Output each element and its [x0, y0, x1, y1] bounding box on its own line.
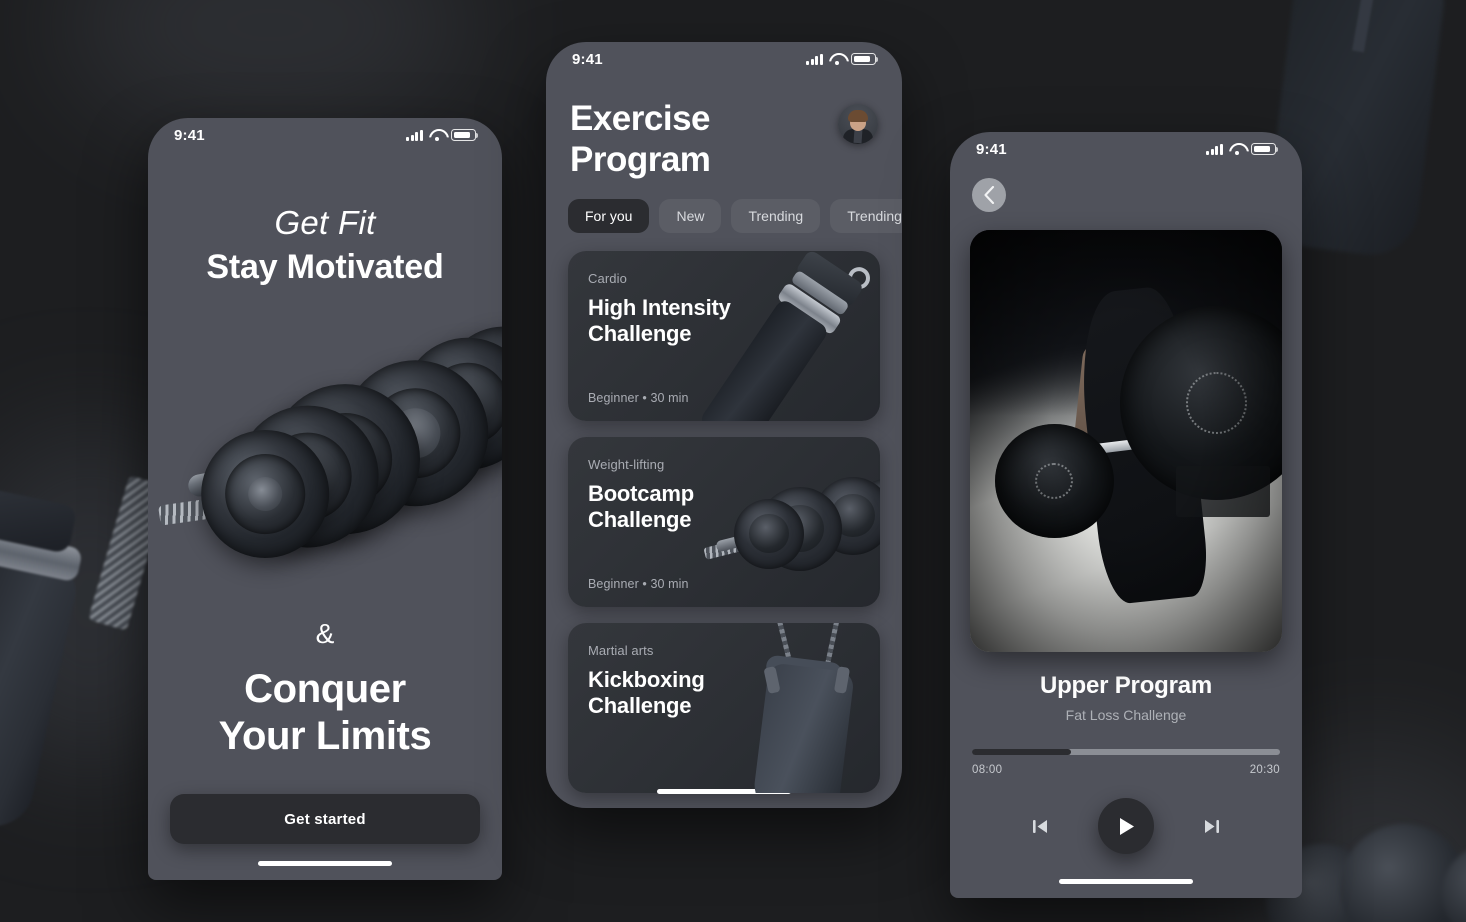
status-bar: 9:41: [148, 118, 502, 152]
previous-button[interactable]: [1031, 817, 1050, 836]
program-card[interactable]: Martial arts Kickboxing Challenge: [568, 622, 880, 793]
tab-trending[interactable]: Trending: [731, 198, 821, 233]
category-tabs: For you New Trending Trending: [546, 181, 902, 233]
avatar[interactable]: [838, 104, 878, 144]
signal-icon: [1206, 143, 1223, 155]
status-icons: [406, 129, 479, 142]
card-title-line1: High Intensity: [588, 294, 731, 320]
progress-section: 08:00 20:30: [972, 749, 1280, 776]
status-time: 9:41: [976, 140, 1007, 158]
headline-big-line2: Your Limits: [218, 714, 432, 759]
home-indicator[interactable]: [1059, 879, 1193, 884]
page-title: Exercise Program: [570, 98, 711, 181]
home-indicator[interactable]: [258, 861, 392, 866]
player-top-bar: [950, 166, 1302, 212]
get-started-button[interactable]: Get started: [170, 794, 480, 844]
card-meta: Beginner • 30 min: [588, 390, 689, 405]
player-subtitle: Fat Loss Challenge: [1065, 707, 1187, 723]
signal-icon: [406, 129, 423, 141]
battery-icon: [851, 53, 879, 65]
headline-bold: Stay Motivated: [206, 248, 444, 286]
card-title-line2: Challenge: [588, 506, 692, 532]
page-title-line1: Exercise: [570, 99, 711, 138]
phone-program-screen: 9:41 Exercise Program For you New Trendi…: [546, 42, 902, 808]
card-title-line2: Challenge: [588, 320, 692, 346]
skip-back-icon: [1033, 819, 1047, 833]
wifi-icon: [829, 53, 845, 66]
next-button[interactable]: [1202, 817, 1221, 836]
phone-onboarding-screen: 9:41 Get Fit Stay Motivated & Conquer Yo…: [148, 118, 502, 880]
battery-icon: [451, 129, 479, 141]
status-icons: [806, 53, 879, 66]
battery-icon: [1251, 143, 1279, 155]
play-icon: [1119, 817, 1134, 835]
status-time: 9:41: [572, 50, 603, 68]
wifi-icon: [429, 129, 445, 142]
tab-for-you[interactable]: For you: [568, 198, 650, 233]
onboarding-headline: Get Fit Stay Motivated: [148, 152, 502, 287]
skip-forward-icon: [1205, 819, 1219, 833]
card-meta: Beginner • 30 min: [588, 576, 689, 591]
program-card-list: Cardio High Intensity Challenge Beginner…: [546, 233, 902, 793]
card-title-line1: Kickboxing: [588, 666, 705, 692]
page-title-line2: Program: [570, 140, 711, 180]
tab-trending-2[interactable]: Trending: [830, 198, 902, 233]
status-icons: [1206, 143, 1279, 156]
phone-player-screen: 9:41 Upper Program Fat Loss Challenge 08…: [950, 132, 1302, 898]
back-button[interactable]: [972, 178, 1006, 212]
player-title: Upper Program: [1039, 672, 1213, 699]
tab-new[interactable]: New: [659, 198, 722, 233]
card-title-line1: Bootcamp: [588, 480, 694, 506]
card-category: Weight-lifting: [588, 456, 665, 472]
status-bar: 9:41: [546, 42, 902, 76]
chevron-left-icon: [984, 186, 995, 204]
program-header: Exercise Program: [546, 76, 902, 181]
progress-times: 08:00 20:30: [972, 764, 1280, 776]
card-category: Martial arts: [588, 642, 654, 658]
ampersand-text: &: [315, 618, 335, 649]
play-button[interactable]: [1098, 798, 1154, 854]
program-card[interactable]: Cardio High Intensity Challenge Beginner…: [568, 250, 880, 421]
dumbbell-3d-icon: [148, 306, 502, 606]
progress-fill: [972, 749, 1071, 755]
total-time: 20:30: [1249, 764, 1280, 776]
progress-slider[interactable]: [972, 749, 1280, 755]
elapsed-time: 08:00: [972, 764, 1003, 776]
card-category: Cardio: [588, 270, 627, 286]
wifi-icon: [1229, 143, 1245, 156]
signal-icon: [806, 53, 823, 65]
workout-hero-image[interactable]: [970, 230, 1282, 652]
program-card[interactable]: Weight-lifting Bootcamp Challenge Beginn…: [568, 436, 880, 607]
headline-big-line1: Conquer: [244, 667, 406, 711]
onboarding-subheadline: & Conquer Your Limits: [148, 618, 502, 760]
card-title-line2: Challenge: [588, 692, 692, 718]
status-bar: 9:41: [950, 132, 1302, 166]
status-time: 9:41: [174, 126, 205, 144]
player-controls: [950, 798, 1302, 854]
headline-italic: Get Fit: [274, 204, 376, 241]
